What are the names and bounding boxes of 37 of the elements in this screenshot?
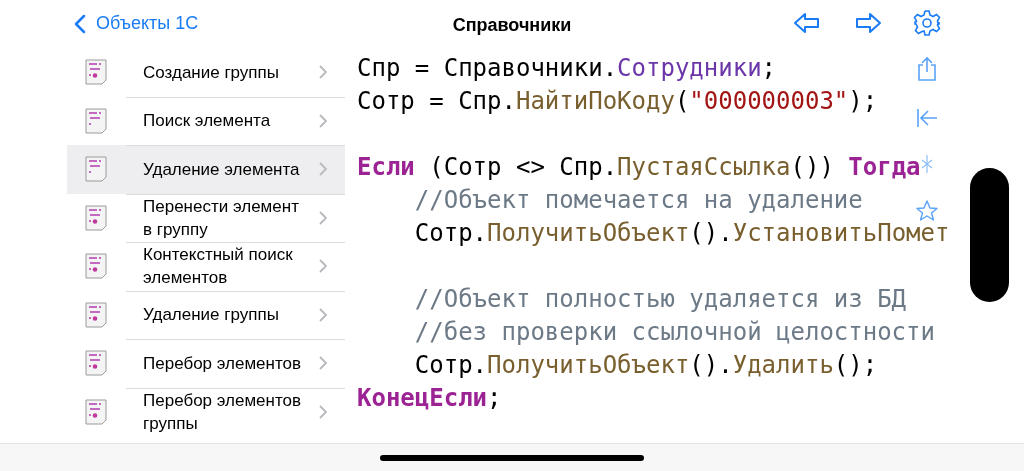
home-indicator[interactable]: [380, 454, 644, 461]
code-line: //без проверки ссылочной целостности: [413, 318, 935, 346]
chevron-right-icon: [319, 65, 327, 80]
arrow-to-bar-icon[interactable]: [916, 108, 938, 128]
item-label: Удаление группы: [143, 304, 280, 327]
item-label: Контекстный поиск элементов: [143, 244, 294, 290]
item-label: Поиск элемента: [143, 110, 272, 133]
code-line: Сотр = Спр.НайтиПоКоду("000000003");: [357, 87, 878, 115]
code-line: Спр = Справочники.Сотрудники;: [357, 54, 777, 82]
list-item[interactable]: Удаление элемента: [67, 145, 345, 194]
screen-title: Справочники: [451, 14, 573, 37]
scroll-handle[interactable]: [970, 168, 1009, 302]
chevron-right-icon: [319, 162, 327, 177]
item-label: Перебор элементов группы: [143, 389, 303, 435]
item-label: Перебор элементов: [143, 352, 303, 375]
chevron-right-icon: [319, 210, 327, 225]
star-icon[interactable]: [916, 200, 938, 222]
chevron-right-icon: [319, 307, 327, 322]
code-line: //Объект полностью удаляется из БД: [413, 285, 907, 313]
code-line: Если (Сотр <> Спр.ПустаяСсылка()) Тогда: [357, 153, 921, 181]
settings-icon[interactable]: [913, 9, 941, 37]
share-icon[interactable]: [916, 56, 938, 82]
arrow-left-icon[interactable]: [793, 12, 820, 34]
back-button[interactable]: Объекты 1С: [74, 10, 199, 37]
code-line: Сотр.ПолучитьОбъект().УстановитьПомет: [413, 219, 950, 247]
code-line: КонецЕсли;: [357, 384, 502, 412]
chevron-right-icon: [319, 356, 327, 371]
item-label: Перенести элемент в группу: [143, 195, 300, 241]
chevron-left-icon: [74, 13, 86, 34]
item-label: Создание группы: [143, 61, 280, 84]
code-line: //Объект помечается на удаление: [413, 186, 863, 214]
item-label: Удаление элемента: [143, 158, 301, 181]
chevron-right-icon: [319, 113, 327, 128]
code-line: Сотр.ПолучитьОбъект().Удалить();: [413, 351, 878, 379]
chevron-right-icon: [319, 404, 327, 419]
arrow-right-icon[interactable]: [855, 12, 882, 34]
chevron-right-icon: [319, 259, 327, 274]
